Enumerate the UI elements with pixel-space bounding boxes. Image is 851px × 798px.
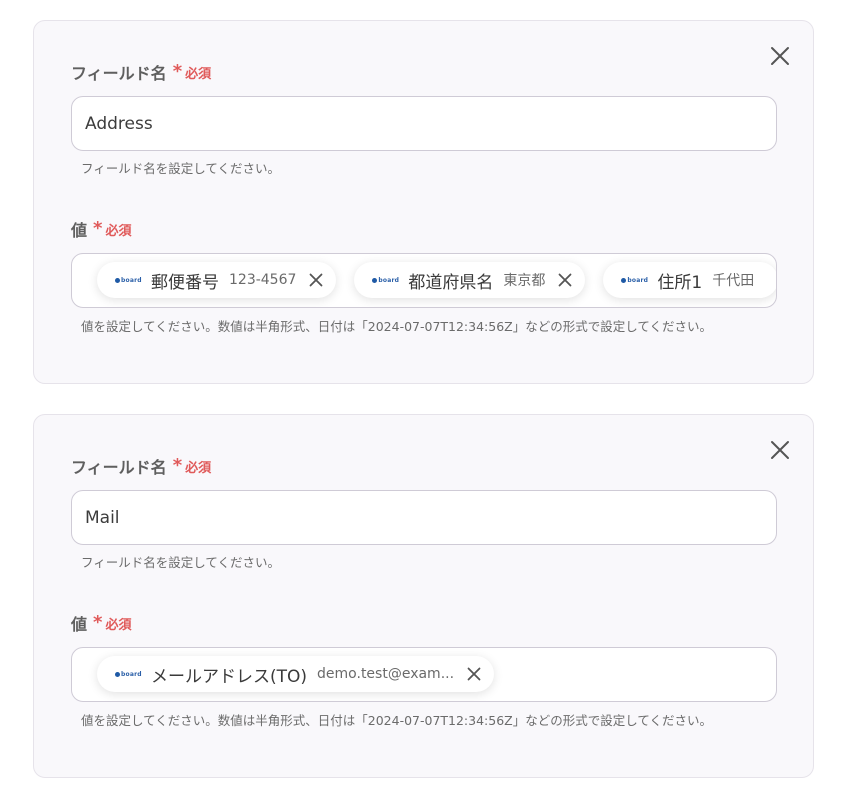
- value-label-row: 値 * 必須: [71, 612, 132, 635]
- chip-remove-button[interactable]: [308, 272, 324, 288]
- field-name-input-value: Address: [85, 113, 153, 134]
- value-label: 値: [71, 221, 88, 240]
- value-label: 値: [71, 615, 88, 634]
- field-name-label-row: フィールド名 * 必須: [71, 455, 212, 478]
- field-name-label: フィールド名: [71, 64, 167, 83]
- field-card-2: フィールド名 * 必須 Mail フィールド名を設定してください。 値 * 必須…: [33, 414, 814, 778]
- close-icon: [771, 441, 789, 459]
- board-logo-icon: board: [115, 671, 143, 678]
- chip-name: 住所1: [657, 272, 703, 293]
- board-logo-icon: board: [115, 277, 143, 284]
- value-chip-list: board 郵便番号 123-4567 board 都道府県名 東京都 boar…: [97, 262, 776, 298]
- chip-name: 都道府県名: [408, 272, 494, 293]
- board-logo-icon: board: [372, 277, 400, 284]
- chip-value: demo.test@exam...: [317, 666, 455, 682]
- value-input[interactable]: board メールアドレス(TO) demo.test@exam...: [71, 647, 777, 702]
- board-logo-icon: board: [621, 277, 649, 284]
- required-text: 必須: [185, 460, 212, 476]
- field-name-label: フィールド名: [71, 458, 167, 477]
- chip-remove-button[interactable]: [466, 666, 482, 682]
- field-name-input[interactable]: Mail: [71, 490, 777, 545]
- required-text: 必須: [105, 223, 132, 239]
- close-icon: [771, 47, 789, 65]
- chip-value: 千代田: [712, 273, 755, 289]
- field-card-1: フィールド名 * 必須 Address フィールド名を設定してください。 値 *…: [33, 20, 814, 384]
- remove-field-button[interactable]: [769, 45, 791, 67]
- value-chip[interactable]: board 都道府県名 東京都: [354, 262, 586, 298]
- chip-name: メールアドレス(TO): [151, 666, 308, 687]
- chip-value: 123-4567: [229, 272, 297, 288]
- close-icon: [310, 273, 323, 287]
- chip-remove-button[interactable]: [557, 272, 573, 288]
- field-name-help: フィールド名を設定してください。: [81, 161, 281, 176]
- required-asterisk: *: [172, 455, 183, 476]
- value-chip[interactable]: board 郵便番号 123-4567: [97, 262, 337, 298]
- field-name-input[interactable]: Address: [71, 96, 777, 151]
- value-chip[interactable]: board メールアドレス(TO) demo.test@exam...: [97, 656, 495, 692]
- required-asterisk: *: [172, 61, 183, 82]
- field-name-label-row: フィールド名 * 必須: [71, 61, 212, 84]
- remove-field-button[interactable]: [769, 439, 791, 461]
- chip-value: 東京都: [503, 273, 546, 289]
- field-name-help: フィールド名を設定してください。: [81, 555, 281, 570]
- value-input[interactable]: board 郵便番号 123-4567 board 都道府県名 東京都 boar…: [71, 253, 777, 308]
- required-asterisk: *: [93, 218, 103, 239]
- required-asterisk: *: [93, 612, 103, 633]
- required-text: 必須: [105, 617, 132, 633]
- field-name-input-value: Mail: [85, 507, 120, 528]
- close-icon: [467, 667, 481, 681]
- close-icon: [559, 273, 572, 287]
- value-chip-list: board メールアドレス(TO) demo.test@exam...: [97, 656, 495, 692]
- required-text: 必須: [185, 66, 212, 82]
- value-chip[interactable]: board 住所1 千代田: [603, 262, 776, 298]
- chip-name: 郵便番号: [151, 272, 219, 293]
- value-help: 値を設定してください。数値は半角形式、日付は「2024-07-07T12:34:…: [81, 319, 712, 334]
- value-help: 値を設定してください。数値は半角形式、日付は「2024-07-07T12:34:…: [81, 713, 712, 728]
- value-label-row: 値 * 必須: [71, 218, 132, 241]
